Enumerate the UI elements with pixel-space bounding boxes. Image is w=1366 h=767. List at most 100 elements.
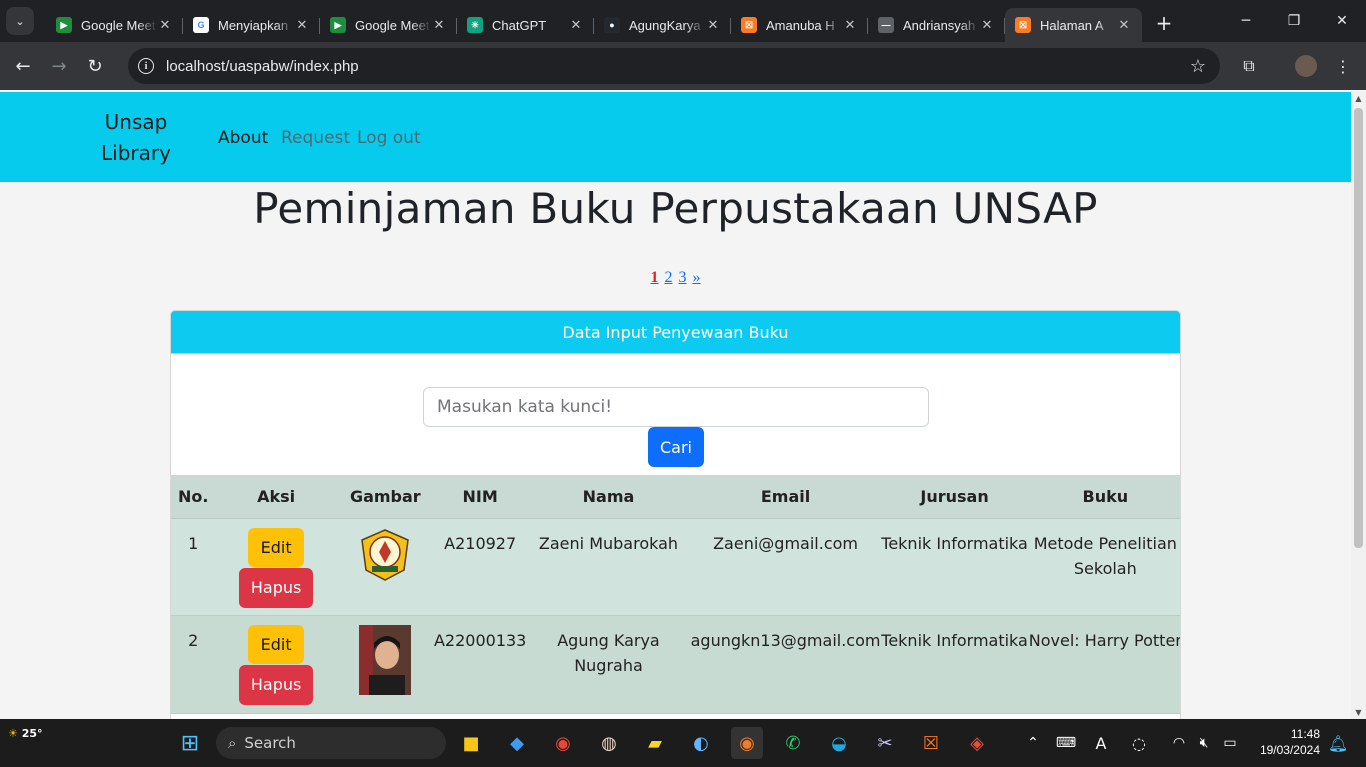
scroll-up-icon[interactable]: ▲ xyxy=(1354,94,1363,103)
cell-image xyxy=(336,615,434,714)
restore-button[interactable]: ❐ xyxy=(1270,0,1318,42)
pagination: 1 2 3 » xyxy=(0,269,1351,287)
tab-close-icon[interactable]: ✕ xyxy=(431,17,447,33)
xampp-icon[interactable]: ☒ xyxy=(915,727,947,759)
bookmark-star-icon[interactable]: ☆ xyxy=(1190,56,1206,77)
back-button[interactable]: ← xyxy=(5,48,41,84)
windows-icon: ⊞ xyxy=(180,730,200,756)
browser-tab[interactable]: — Andriansyah ✕ xyxy=(868,8,1005,42)
tab-favicon-icon: ☒ xyxy=(741,17,757,33)
keyboard-icon[interactable]: ⌨ xyxy=(1050,727,1082,759)
cell-email: Zaeni@gmail.com xyxy=(690,518,881,616)
new-tab-button[interactable]: + xyxy=(1150,9,1178,37)
page-link-3[interactable]: 3 xyxy=(679,269,687,286)
restore-icon: ❐ xyxy=(1287,13,1301,29)
taskbar-search-label: Search xyxy=(244,734,296,752)
chrome-icon[interactable]: ◉ xyxy=(547,727,579,759)
cell-email: agungkn13@gmail.com xyxy=(690,615,881,714)
nav-link-about[interactable]: About xyxy=(218,128,268,148)
tab-search-button[interactable]: ⌄ xyxy=(6,7,34,35)
notification-bell-icon[interactable]: 🔔︎ xyxy=(1322,727,1354,759)
whatsapp-icon[interactable]: ✆ xyxy=(777,727,809,759)
cell-actions: Edit Hapus xyxy=(215,518,337,616)
page-scrollbar[interactable]: ▲ ▼ xyxy=(1351,92,1366,719)
browser-tab[interactable]: ☒ Amanuba H ✕ xyxy=(731,8,868,42)
tab-title: Google Meet xyxy=(81,17,156,33)
tab-close-icon[interactable]: ✕ xyxy=(1116,17,1132,33)
search-button[interactable]: Cari xyxy=(648,427,704,467)
url-text[interactable]: localhost/uaspabw/index.php xyxy=(166,58,359,75)
os-taskbar: ☀ 25° ⊞ ⌕ Search ■ ◆ ◉ ◍ ▰ ◐ ◉ ✆ ◒ ✂ ☒ ◈… xyxy=(0,719,1366,767)
address-bar[interactable]: i localhost/uaspabw/index.php ☆ xyxy=(128,48,1220,84)
show-hidden-icons[interactable]: ⌃ xyxy=(1017,727,1049,759)
battery-icon[interactable]: ▭ xyxy=(1214,727,1246,759)
page-title: Peminjaman Buku Perpustakaan UNSAP xyxy=(253,184,1098,233)
start-button[interactable]: ⊞ xyxy=(174,727,206,759)
browser-tab[interactable]: ● AgungKarya ✕ xyxy=(594,8,731,42)
taskbar-search[interactable]: ⌕ Search xyxy=(216,727,446,759)
snipping-tool-icon[interactable]: ✂ xyxy=(869,727,901,759)
cell-jurusan: Teknik Informatika xyxy=(880,615,1029,714)
world-app-icon[interactable]: ◐ xyxy=(685,727,717,759)
sticky-notes-icon[interactable]: ▰ xyxy=(639,727,671,759)
reload-button[interactable]: ↻ xyxy=(77,48,113,84)
tab-close-icon[interactable]: ✕ xyxy=(979,17,995,33)
page-link-2[interactable]: 2 xyxy=(665,269,673,286)
tab-title: Halaman A xyxy=(1040,17,1104,33)
tab-close-icon[interactable]: ✕ xyxy=(157,17,173,33)
column-header-jurusan: Jurusan xyxy=(880,475,1029,519)
site-info-icon[interactable]: i xyxy=(138,58,154,74)
minimize-button[interactable]: ─ xyxy=(1222,0,1270,42)
tab-close-icon[interactable]: ✕ xyxy=(842,17,858,33)
system-clock[interactable]: 11:48 19/03/2024 xyxy=(1260,726,1320,758)
page-link-1[interactable]: 1 xyxy=(651,269,659,286)
browser-tab[interactable]: ✳ ChatGPT ✕ xyxy=(457,8,594,42)
forward-button[interactable]: → xyxy=(41,48,77,84)
delete-button[interactable]: Hapus xyxy=(239,664,314,705)
weather-icon: ☀ xyxy=(8,727,18,740)
chrome-active-icon[interactable]: ◉ xyxy=(731,727,763,759)
browser-tab[interactable]: ▶ Google Meet ✕ xyxy=(320,8,457,42)
font-icon[interactable]: A xyxy=(1085,727,1117,759)
navbar-brand[interactable]: Unsap Library xyxy=(96,107,176,169)
tab-close-icon[interactable]: ✕ xyxy=(705,17,721,33)
edit-button[interactable]: Edit xyxy=(248,527,305,567)
reload-icon: ↻ xyxy=(87,55,103,77)
browser-tab[interactable]: ▶ Google Meet ✕ xyxy=(46,8,183,42)
data-card: Data Input Penyewaan Buku Cari No. Aksi … xyxy=(170,310,1181,719)
edit-button[interactable]: Edit xyxy=(248,624,305,664)
file-explorer-icon[interactable]: ■ xyxy=(455,727,487,759)
nav-link-request[interactable]: Request xyxy=(281,128,350,148)
edge-icon[interactable]: ◒ xyxy=(823,727,855,759)
cell-nim: A22000133 xyxy=(433,615,527,714)
git-icon[interactable]: ◈ xyxy=(961,727,993,759)
delete-button[interactable]: Hapus xyxy=(239,567,314,608)
vscode-icon[interactable]: ◆ xyxy=(501,727,533,759)
focus-icon[interactable]: ◌ xyxy=(1123,727,1155,759)
profile-button[interactable] xyxy=(1288,48,1324,84)
tab-close-icon[interactable]: ✕ xyxy=(568,17,584,33)
search-icon: ⌕ xyxy=(228,734,237,752)
browser-tab[interactable]: ☒ Halaman A ✕ xyxy=(1005,8,1142,42)
table-row: 2 Edit Hapus A22000133 Agung Karya Nugra… xyxy=(171,615,1180,714)
cell-buku: Novel: Harry Potter xyxy=(1028,615,1180,714)
browser-tab-bar: ⌄ ▶ Google Meet ✕ G Menyiapkan ✕ ▶ Google Meet ✕… xyxy=(0,0,1366,42)
weather-widget[interactable]: ☀ 25° xyxy=(8,727,43,740)
tab-title: Menyiapkan xyxy=(218,17,289,33)
profile-photo-image xyxy=(359,624,412,695)
card-header: Data Input Penyewaan Buku xyxy=(171,311,1180,354)
scrollbar-thumb[interactable] xyxy=(1354,108,1363,548)
browser-tab[interactable]: G Menyiapkan ✕ xyxy=(183,8,320,42)
scroll-down-icon[interactable]: ▼ xyxy=(1354,708,1363,717)
tab-close-icon[interactable]: ✕ xyxy=(294,17,310,33)
nav-link-logout[interactable]: Log out xyxy=(357,128,421,148)
app-icon[interactable]: ◍ xyxy=(593,727,625,759)
extensions-button[interactable]: ⧉ xyxy=(1231,48,1267,84)
close-window-button[interactable]: ✕ xyxy=(1318,0,1366,42)
avatar xyxy=(1295,55,1317,77)
browser-menu-button[interactable]: ⋮ xyxy=(1325,48,1361,84)
kebab-menu-icon: ⋮ xyxy=(1335,56,1351,76)
search-input[interactable] xyxy=(423,387,929,427)
site-navbar: Unsap Library About Request Log out xyxy=(0,92,1351,182)
page-link-next[interactable]: » xyxy=(693,269,701,286)
